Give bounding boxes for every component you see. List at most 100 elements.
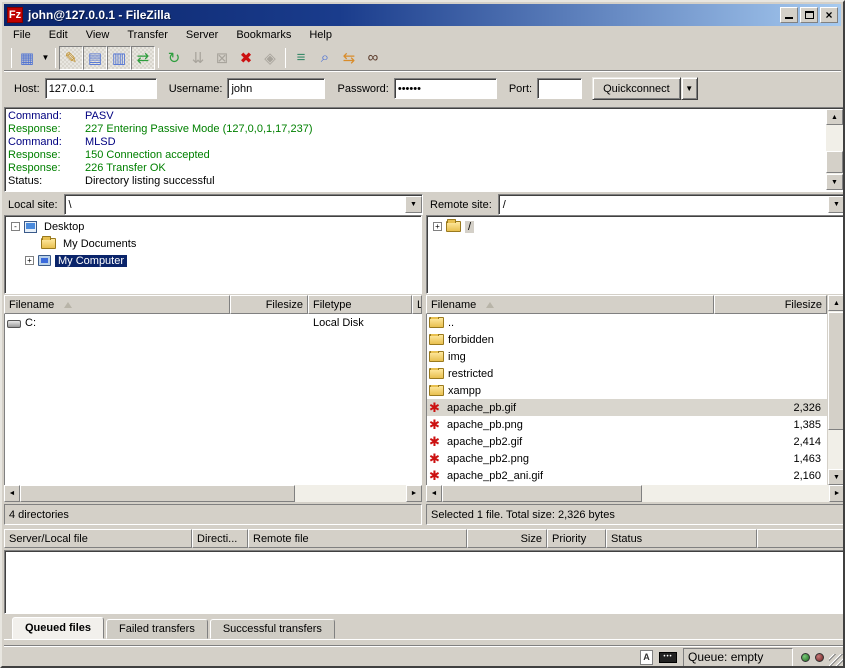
scroll-up-icon[interactable]: ▲ bbox=[826, 109, 843, 125]
process-queue-button[interactable]: ⇊ bbox=[186, 46, 210, 70]
close-button[interactable]: × bbox=[820, 7, 838, 23]
computer-icon bbox=[38, 255, 51, 266]
remote-file-row[interactable]: forbidden bbox=[427, 331, 827, 348]
column-last-modified[interactable]: L bbox=[412, 295, 422, 314]
directory-comparison-button[interactable]: ∞ bbox=[361, 46, 385, 70]
host-input[interactable] bbox=[45, 78, 157, 99]
sync-browse-icon: ⇆ bbox=[343, 49, 356, 67]
title-bar[interactable]: Fz john@127.0.0.1 - FileZilla × bbox=[4, 4, 841, 26]
remote-file-row-selected[interactable]: ✱apache_pb.gif 2,326 bbox=[427, 399, 827, 416]
column-filename[interactable]: Filename bbox=[4, 295, 230, 314]
expand-icon[interactable]: + bbox=[25, 256, 34, 265]
minimize-button[interactable] bbox=[780, 7, 798, 23]
username-input[interactable] bbox=[227, 78, 325, 99]
folder-icon bbox=[429, 317, 444, 328]
remote-file-row[interactable]: ✱apache_pb2_ani.gif 2,160 bbox=[427, 467, 827, 484]
synchronized-browsing-button[interactable]: ⇆ bbox=[337, 46, 361, 70]
remote-hscrollbar[interactable]: ◄ ► bbox=[426, 485, 845, 502]
scroll-up-icon[interactable]: ▲ bbox=[828, 295, 845, 311]
tab-queued-files[interactable]: Queued files bbox=[12, 617, 104, 639]
scroll-left-icon[interactable]: ◄ bbox=[4, 485, 20, 502]
file-search-button[interactable]: ⌕ bbox=[313, 46, 337, 70]
remote-file-row[interactable]: .. bbox=[427, 314, 827, 331]
column-filesize[interactable]: Filesize bbox=[230, 295, 308, 314]
encryption-status-led-icon bbox=[801, 653, 810, 662]
quickconnect-dropdown[interactable]: ▼ bbox=[681, 77, 698, 100]
remote-file-row[interactable]: img bbox=[427, 348, 827, 365]
column-remote-file[interactable]: Remote file bbox=[248, 529, 467, 548]
column-filetype[interactable]: Filetype bbox=[308, 295, 412, 314]
tree-item-root[interactable]: + / bbox=[427, 218, 844, 235]
menu-file[interactable]: File bbox=[4, 27, 40, 43]
site-manager-button[interactable]: ▦ bbox=[15, 46, 39, 70]
chevron-down-icon[interactable]: ▼ bbox=[405, 196, 422, 213]
remote-site-combobox[interactable]: / bbox=[498, 194, 845, 215]
host-label: Host: bbox=[14, 83, 40, 95]
local-site-combobox[interactable]: \ bbox=[64, 194, 423, 215]
remote-file-row[interactable]: ✱apache_pb2.gif 2,414 bbox=[427, 433, 827, 450]
remote-file-row[interactable]: restricted bbox=[427, 365, 827, 382]
menu-server[interactable]: Server bbox=[177, 27, 227, 43]
column-filename[interactable]: Filename bbox=[426, 295, 714, 314]
column-priority[interactable]: Priority bbox=[547, 529, 606, 548]
menu-edit[interactable]: Edit bbox=[40, 27, 77, 43]
local-file-list[interactable]: C: Local Disk bbox=[4, 314, 422, 485]
tree-item-my-documents[interactable]: My Documents bbox=[5, 235, 421, 252]
password-input[interactable] bbox=[394, 78, 497, 99]
local-hscrollbar[interactable]: ◄ ► bbox=[4, 485, 422, 502]
tree-item-my-computer[interactable]: + My Computer bbox=[5, 252, 421, 269]
column-size[interactable]: Size bbox=[467, 529, 547, 548]
scroll-left-icon[interactable]: ◄ bbox=[426, 485, 442, 502]
message-log[interactable]: Command:PASV Response:227 Entering Passi… bbox=[4, 107, 845, 192]
image-file-icon: ✱ bbox=[429, 469, 443, 482]
remote-file-row[interactable]: ✱apache_pb.png 1,385 bbox=[427, 416, 827, 433]
quickconnect-button[interactable]: Quickconnect bbox=[592, 77, 681, 100]
tab-failed-transfers[interactable]: Failed transfers bbox=[106, 619, 208, 639]
queue-list[interactable] bbox=[4, 550, 845, 614]
log-scrollbar[interactable]: ▲ ▼ bbox=[826, 109, 843, 190]
menu-help[interactable]: Help bbox=[300, 27, 341, 43]
remote-tree[interactable]: + / bbox=[426, 215, 845, 294]
port-input[interactable] bbox=[537, 78, 582, 99]
toggle-local-tree-button[interactable]: ▤ bbox=[83, 46, 107, 70]
remote-file-row[interactable]: xampp bbox=[427, 382, 827, 399]
toggle-transfer-queue-button[interactable]: ⇄ bbox=[131, 46, 155, 70]
binoculars-icon: ∞ bbox=[368, 49, 379, 66]
local-file-row[interactable]: C: Local Disk bbox=[5, 314, 422, 331]
menu-bookmarks[interactable]: Bookmarks bbox=[227, 27, 300, 43]
cancel-operation-button[interactable]: ⊠ bbox=[210, 46, 234, 70]
directory-listing-filter-button[interactable]: ≡ bbox=[289, 46, 313, 70]
remote-file-list[interactable]: .. forbidden img restricted xampp ✱apach… bbox=[426, 314, 827, 485]
scroll-down-icon[interactable]: ▼ bbox=[828, 469, 845, 485]
column-filesize[interactable]: Filesize bbox=[714, 295, 827, 314]
remote-file-row[interactable]: ✱apache_pb2.png 1,463 bbox=[427, 450, 827, 467]
remote-hscroll-thumb[interactable] bbox=[442, 485, 642, 502]
site-manager-dropdown[interactable]: ▼ bbox=[39, 46, 52, 70]
local-hscroll-thumb[interactable] bbox=[20, 485, 295, 502]
remote-vscrollbar[interactable]: ▲ ▼ bbox=[828, 295, 845, 485]
tab-successful-transfers[interactable]: Successful transfers bbox=[210, 619, 335, 639]
remote-scroll-thumb[interactable] bbox=[828, 312, 845, 430]
scroll-right-icon[interactable]: ► bbox=[406, 485, 422, 502]
disconnect-button[interactable]: ✖ bbox=[234, 46, 258, 70]
toggle-remote-tree-button[interactable]: ▥ bbox=[107, 46, 131, 70]
local-tree[interactable]: - Desktop My Documents + My Computer bbox=[4, 215, 422, 294]
refresh-button[interactable]: ↻ bbox=[162, 46, 186, 70]
menu-view[interactable]: View bbox=[77, 27, 119, 43]
port-label: Port: bbox=[509, 83, 532, 95]
maximize-button[interactable] bbox=[800, 7, 818, 23]
resize-grip[interactable] bbox=[829, 654, 843, 668]
reconnect-button[interactable]: ◈ bbox=[258, 46, 282, 70]
collapse-icon[interactable]: - bbox=[11, 222, 20, 231]
column-status[interactable]: Status bbox=[606, 529, 757, 548]
chevron-down-icon[interactable]: ▼ bbox=[828, 196, 845, 213]
log-scroll-thumb[interactable] bbox=[826, 151, 843, 173]
column-direction[interactable]: Directi... bbox=[192, 529, 248, 548]
menu-transfer[interactable]: Transfer bbox=[118, 27, 177, 43]
scroll-right-icon[interactable]: ► bbox=[829, 485, 845, 502]
column-server-local-file[interactable]: Server/Local file bbox=[4, 529, 192, 548]
tree-item-desktop[interactable]: - Desktop bbox=[5, 218, 421, 235]
expand-icon[interactable]: + bbox=[433, 222, 442, 231]
toggle-message-log-button[interactable]: ✎ bbox=[59, 46, 83, 70]
scroll-down-icon[interactable]: ▼ bbox=[826, 174, 843, 190]
